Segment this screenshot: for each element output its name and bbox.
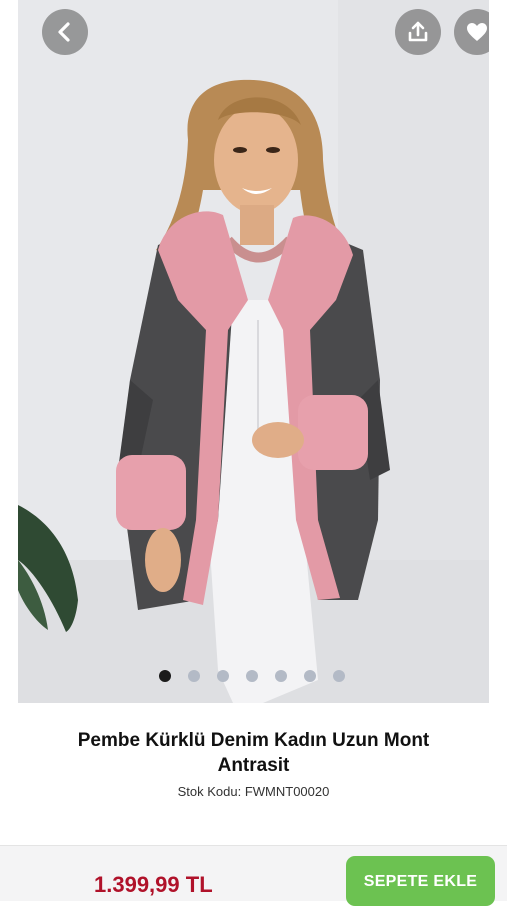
gallery-dot-7[interactable]	[333, 670, 345, 682]
product-title: Pembe Kürklü Denim Kadın Uzun Mont Antra…	[77, 730, 430, 776]
back-button[interactable]	[42, 9, 88, 55]
share-upload-icon	[408, 21, 428, 42]
share-button[interactable]	[395, 9, 441, 55]
product-price: 1.399,99 TL	[94, 872, 213, 897]
gallery-dot-4[interactable]	[246, 670, 258, 682]
gallery-dot-5[interactable]	[275, 670, 287, 682]
product-sku: Stok Kodu: FWMNT00020	[177, 784, 330, 799]
gallery-pagination	[159, 670, 345, 682]
product-image-gallery[interactable]	[18, 0, 489, 703]
heart-icon	[467, 23, 487, 41]
gallery-dot-2[interactable]	[188, 670, 200, 682]
gallery-dot-1[interactable]	[159, 670, 171, 682]
gallery-dot-3[interactable]	[217, 670, 229, 682]
product-photo	[18, 0, 489, 703]
gallery-dot-6[interactable]	[304, 670, 316, 682]
chevron-left-icon	[58, 22, 70, 42]
add-to-cart-button[interactable]: SEPETE EKLE	[346, 856, 495, 906]
